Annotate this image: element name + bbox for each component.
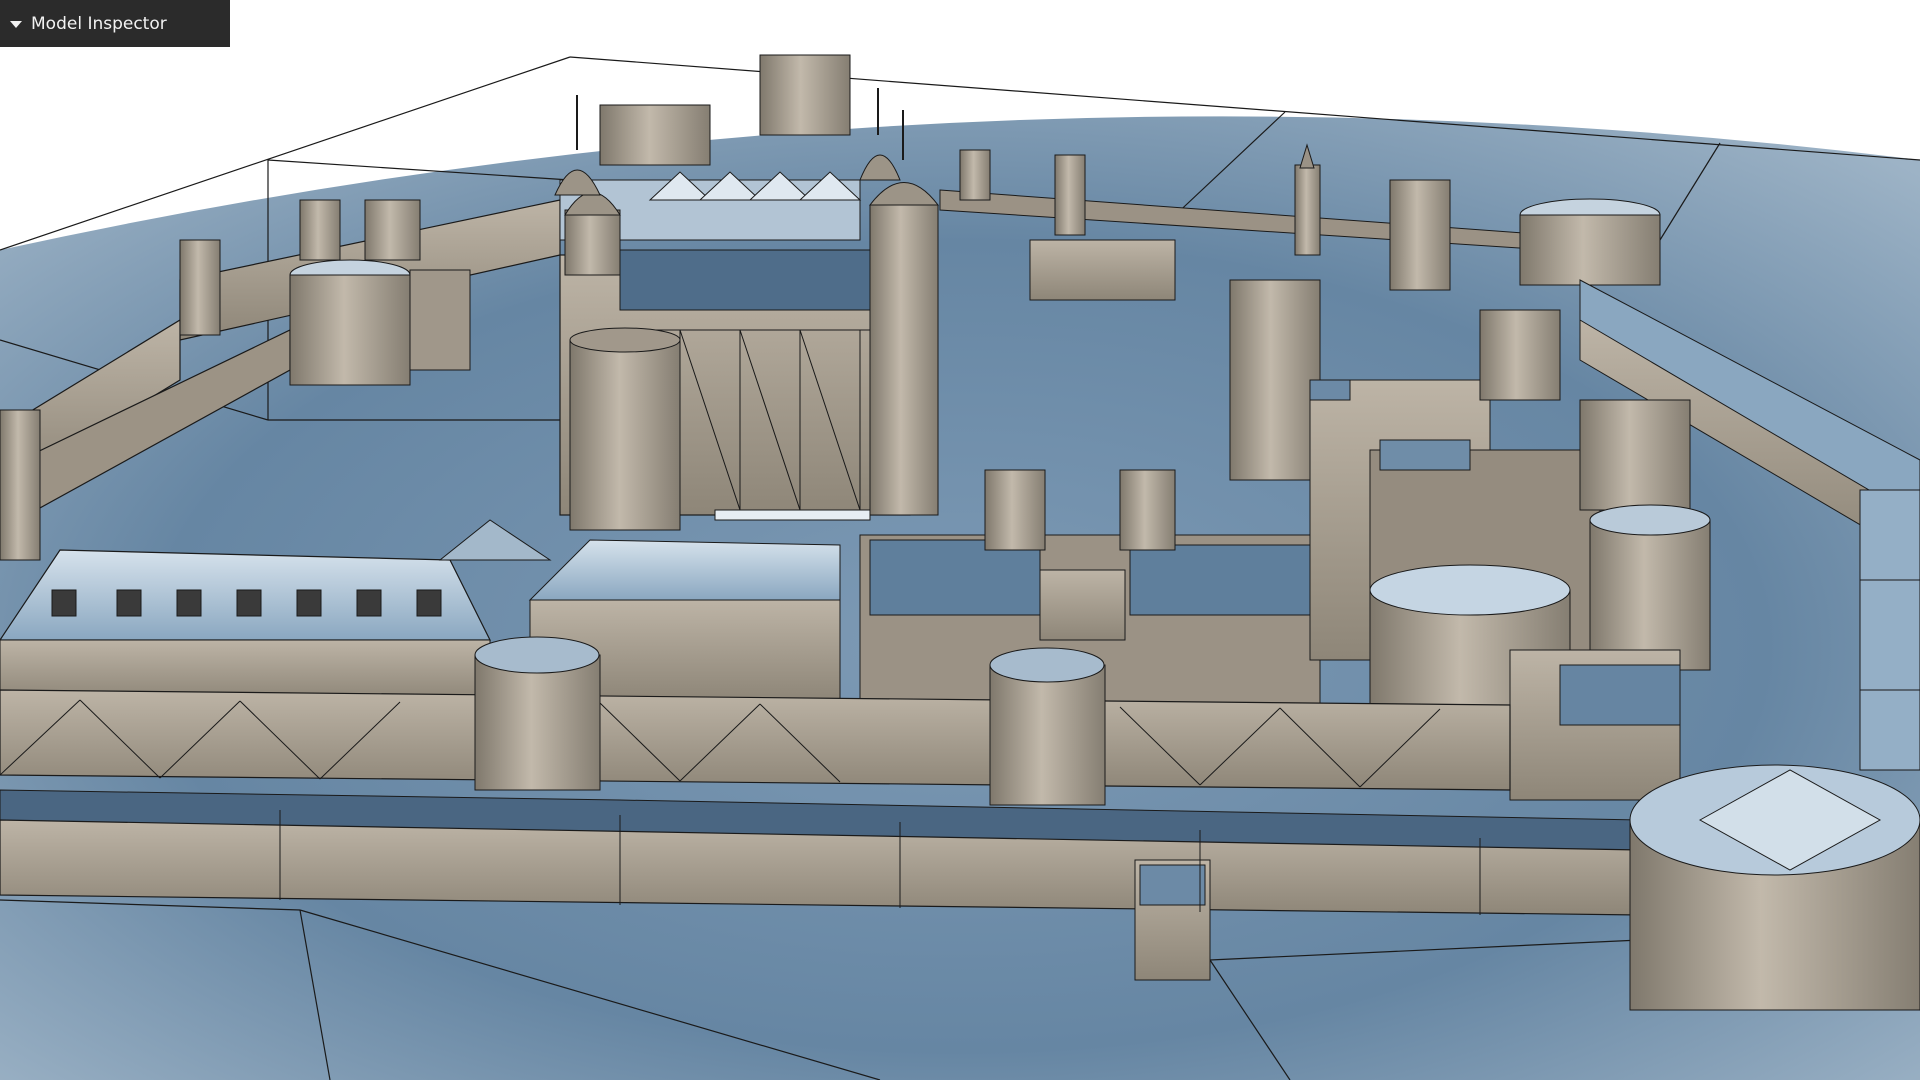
inner-curtain-wall [0, 689, 1511, 791]
caret-down-icon [10, 20, 22, 28]
model-canvas[interactable] [0, 0, 1920, 1080]
corner-bastion [1629, 764, 1920, 1011]
inspector-title: Model Inspector [31, 13, 167, 34]
3d-viewport[interactable] [0, 0, 1920, 1080]
model-inspector-toggle[interactable]: Model Inspector [0, 0, 230, 47]
